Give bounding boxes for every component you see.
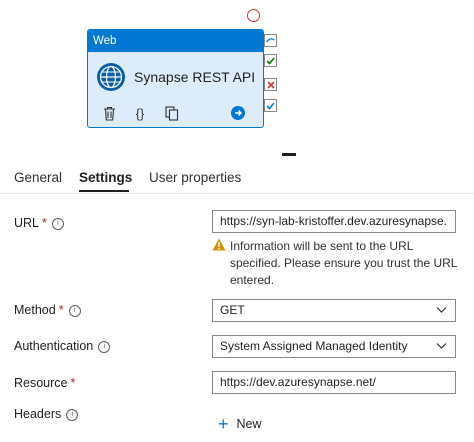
panel-splitter-handle[interactable] — [282, 153, 296, 156]
url-label: URL * i — [14, 216, 64, 230]
new-header-label: New — [236, 417, 262, 431]
authentication-value: System Assigned Managed Identity — [220, 339, 408, 353]
failure-x-icon[interactable] — [264, 78, 277, 91]
web-activity-node[interactable]: Web Synapse REST API {} — [87, 29, 264, 128]
url-input[interactable]: https://syn-lab-kristoffer.dev.azuresyna… — [212, 210, 456, 233]
authentication-select[interactable]: System Assigned Managed Identity — [212, 335, 456, 358]
status-circle-icon — [247, 9, 260, 22]
resource-input[interactable]: https://dev.azuresynapse.net/ — [212, 371, 456, 394]
skip-icon[interactable] — [264, 34, 277, 47]
headers-label: Headers i — [14, 407, 79, 421]
tab-general[interactable]: General — [14, 170, 62, 185]
globe-icon — [97, 63, 125, 91]
success-check-icon[interactable] — [264, 54, 277, 67]
go-arrow-icon[interactable] — [230, 105, 246, 121]
chevron-down-icon — [436, 307, 447, 313]
headers-info-icon[interactable]: i — [66, 409, 79, 421]
method-info-icon[interactable]: i — [68, 305, 81, 317]
authentication-label: Authentication i — [14, 339, 111, 353]
delete-icon[interactable] — [101, 105, 117, 121]
warning-icon — [212, 238, 226, 251]
activity-type-label: Web — [88, 30, 263, 52]
copy-icon[interactable] — [164, 105, 180, 121]
tab-user-properties[interactable]: User properties — [149, 170, 241, 185]
add-header-button[interactable]: + New — [218, 414, 262, 434]
method-value: GET — [220, 303, 245, 317]
resource-label: Resource * — [14, 376, 76, 390]
url-info-icon[interactable]: i — [51, 218, 64, 230]
code-icon[interactable]: {} — [132, 105, 148, 121]
method-select[interactable]: GET — [212, 299, 456, 322]
chevron-down-icon — [436, 343, 447, 349]
activity-name: Synapse REST API — [134, 69, 256, 85]
active-tab-indicator — [79, 190, 129, 192]
method-label: Method * i — [14, 303, 81, 317]
authentication-info-icon[interactable]: i — [98, 341, 111, 353]
tab-settings[interactable]: Settings — [79, 170, 132, 185]
pipeline-canvas[interactable]: Web Synapse REST API {} — [0, 0, 474, 152]
warning-text: Information will be sent to the URL spec… — [230, 239, 458, 287]
completion-check-icon[interactable] — [264, 99, 277, 112]
tabs-divider — [0, 193, 474, 194]
plus-icon: + — [218, 414, 229, 434]
